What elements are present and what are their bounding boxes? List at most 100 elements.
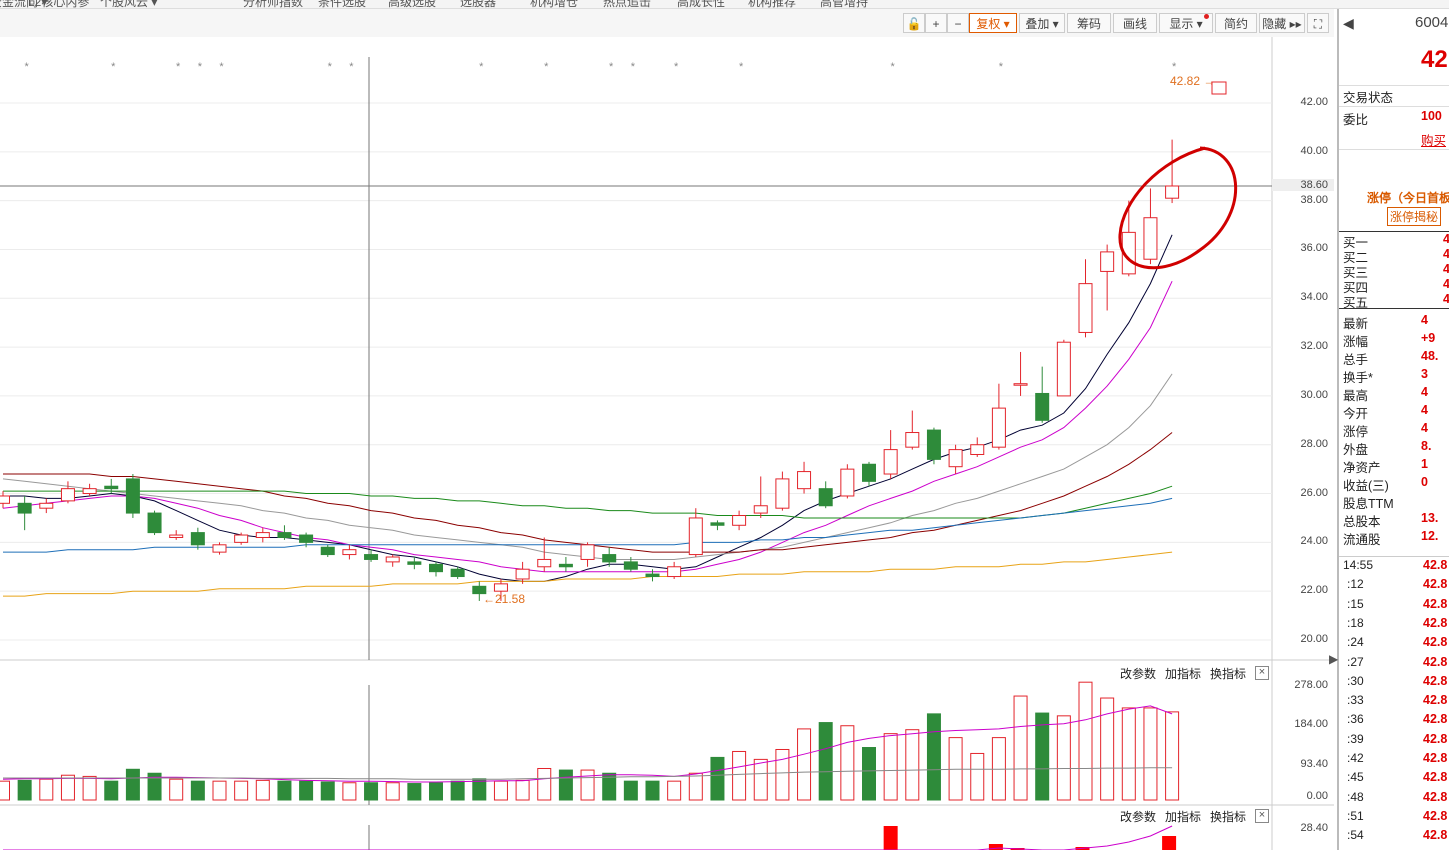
candle-body bbox=[0, 495, 10, 504]
chips-button[interactable]: 筹码 bbox=[1067, 13, 1111, 33]
volume-bar bbox=[104, 780, 119, 801]
tick-time: :33 bbox=[1347, 693, 1364, 708]
candle-body bbox=[320, 546, 335, 556]
event-marker: * bbox=[198, 61, 203, 73]
top-nav-item[interactable]: L2核心内参 bbox=[28, 0, 89, 8]
top-nav-item[interactable]: 条件选股 bbox=[318, 0, 366, 8]
volume-edit-params-link[interactable]: 改参数 bbox=[1120, 665, 1156, 682]
tick-time: :36 bbox=[1347, 712, 1364, 727]
tick-price: 42.8 bbox=[1423, 828, 1448, 843]
divider bbox=[1339, 149, 1449, 150]
event-marker: * bbox=[219, 61, 224, 73]
candle-body bbox=[753, 505, 768, 514]
candle bbox=[840, 464, 855, 499]
hide-button[interactable]: 隐藏 ▸▸ bbox=[1259, 13, 1305, 33]
lock-icon[interactable]: 🔓 bbox=[903, 13, 925, 33]
candle-body bbox=[818, 488, 833, 507]
candle-body bbox=[212, 544, 227, 553]
zoom-in-icon[interactable]: + bbox=[925, 13, 947, 33]
top-nav-item[interactable]: 选股器 bbox=[460, 0, 496, 8]
macd-add-indicator-link[interactable]: 加指标 bbox=[1165, 808, 1201, 825]
limit-up-secret-button[interactable]: 涨停揭秘 bbox=[1387, 207, 1442, 226]
top-nav-item[interactable]: 高级选股 bbox=[388, 0, 436, 8]
volume-bar bbox=[667, 780, 682, 801]
stock-code: 6004 bbox=[1415, 14, 1449, 31]
candle bbox=[147, 510, 162, 536]
tick-time: :54 bbox=[1347, 828, 1364, 843]
tick-price: 42.8 bbox=[1423, 731, 1448, 746]
volume-bar bbox=[623, 780, 638, 801]
overlay-button[interactable]: 叠加 ▾ bbox=[1019, 13, 1065, 33]
volume-bar bbox=[320, 781, 335, 801]
zoom-out-icon[interactable]: − bbox=[947, 13, 969, 33]
price-axis-label: 38.60 bbox=[1272, 178, 1334, 191]
simple-mode-button[interactable]: 简约 bbox=[1215, 13, 1257, 33]
volume-bar bbox=[515, 779, 530, 801]
price-axis-label: 22.00 bbox=[1300, 584, 1328, 597]
candle-body bbox=[190, 532, 205, 546]
tick-price: 42.8 bbox=[1423, 712, 1448, 727]
candle-body bbox=[169, 534, 184, 538]
candle-body bbox=[732, 515, 747, 526]
tick-price: 42.8 bbox=[1423, 770, 1448, 785]
splitter-arrow-icon[interactable]: ▶ bbox=[1329, 652, 1338, 666]
volume-bar bbox=[342, 782, 357, 801]
candle-body bbox=[926, 429, 941, 460]
stat-label: 涨停 bbox=[1343, 425, 1369, 439]
stat-value: 13. bbox=[1421, 511, 1439, 525]
candle-body bbox=[277, 532, 292, 538]
weibi-label: 委比 bbox=[1343, 113, 1369, 127]
restore-rights-button[interactable]: 复权 ▾ bbox=[969, 13, 1017, 33]
top-nav-item[interactable]: 机构推荐 bbox=[748, 0, 796, 8]
candle-body bbox=[104, 485, 119, 490]
tick-price: 42.8 bbox=[1423, 693, 1448, 708]
macd-switch-indicator-link[interactable]: 换指标 bbox=[1210, 808, 1246, 825]
candle-body bbox=[255, 532, 270, 538]
volume-axis-label: 278.00 bbox=[1294, 679, 1328, 691]
volume-bar bbox=[753, 758, 768, 801]
volume-close-icon[interactable]: × bbox=[1255, 666, 1269, 680]
stat-label: 股息TTM bbox=[1343, 497, 1394, 511]
price-chart[interactable]: * * * * * * * * * * * * * * * *42.82 →←21.58 bbox=[0, 37, 1334, 850]
fullscreen-icon[interactable]: ⛶ bbox=[1307, 13, 1329, 33]
candle-body bbox=[450, 568, 465, 578]
top-nav-item[interactable]: 个股风云 ▾ bbox=[100, 0, 157, 8]
volume-bar bbox=[775, 748, 790, 801]
volume-bar bbox=[212, 780, 227, 801]
stat-label: 今开 bbox=[1343, 407, 1369, 421]
event-marker: * bbox=[544, 61, 549, 73]
volume-add-indicator-link[interactable]: 加指标 bbox=[1165, 665, 1201, 682]
collapse-arrow-icon[interactable]: ◀ bbox=[1343, 15, 1354, 32]
volume-bar bbox=[17, 779, 32, 801]
top-navigation: 资金流向 ▾L2核心内参个股风云 ▾分析师指数条件选股高级选股选股器机构增仓热点… bbox=[0, 0, 1449, 9]
price-axis-label: 42.00 bbox=[1300, 96, 1328, 108]
volume-bar bbox=[39, 778, 54, 801]
stat-label: 净资产 bbox=[1343, 461, 1381, 475]
event-marker: * bbox=[176, 61, 181, 73]
top-nav-item[interactable]: 机构增仓 bbox=[530, 0, 578, 8]
macd-close-icon[interactable]: × bbox=[1255, 809, 1269, 823]
top-nav-item[interactable]: 高管增持 bbox=[820, 0, 868, 8]
volume-bar bbox=[732, 750, 747, 801]
current-price: 42.8 bbox=[1421, 46, 1449, 73]
draw-line-button[interactable]: 画线 bbox=[1113, 13, 1157, 33]
candle bbox=[1056, 339, 1071, 397]
macd-bar bbox=[883, 826, 898, 850]
macd-edit-params-link[interactable]: 改参数 bbox=[1120, 808, 1156, 825]
volume-bar bbox=[840, 725, 855, 801]
top-nav-item[interactable]: 分析师指数 bbox=[243, 0, 303, 8]
volume-bar bbox=[0, 780, 10, 801]
event-marker: * bbox=[891, 61, 896, 73]
divider bbox=[1339, 85, 1449, 86]
tick-time: :15 bbox=[1347, 596, 1364, 611]
tick-time: :18 bbox=[1347, 615, 1364, 630]
candle-body bbox=[407, 561, 422, 565]
buy-button[interactable]: 购买 bbox=[1421, 130, 1446, 149]
volume-switch-indicator-link[interactable]: 换指标 bbox=[1210, 665, 1246, 682]
tick-time: :42 bbox=[1347, 751, 1364, 765]
top-nav-item[interactable]: 高成长性 bbox=[677, 0, 725, 8]
top-nav-item[interactable]: 热点追击 bbox=[603, 0, 651, 8]
volume-axis-label: 184.00 bbox=[1294, 718, 1328, 730]
volume-bar bbox=[1013, 695, 1028, 801]
candle-body bbox=[602, 554, 617, 563]
